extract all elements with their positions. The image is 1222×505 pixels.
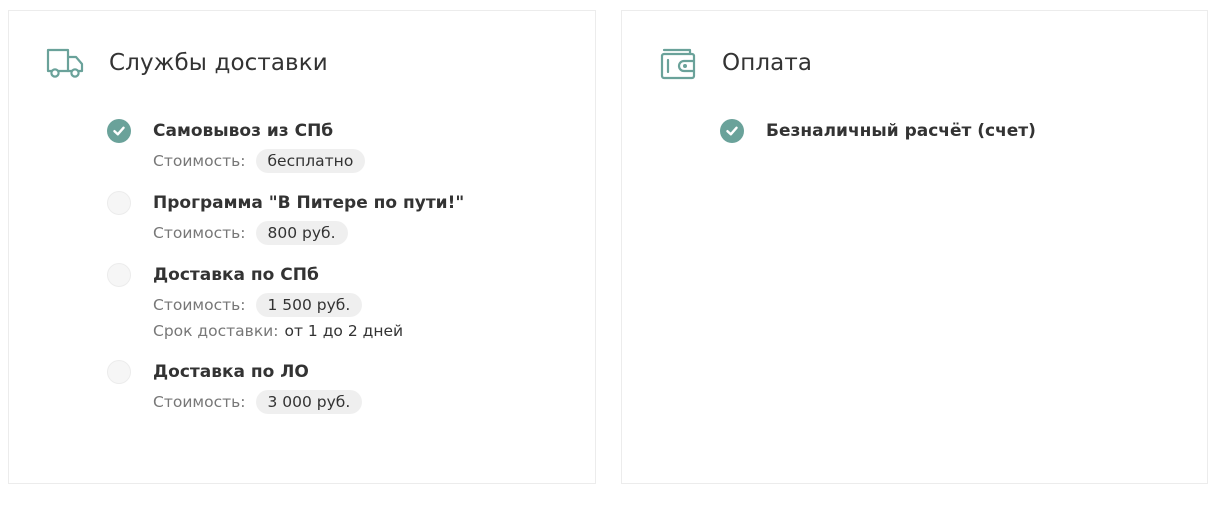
wallet-icon <box>658 45 698 81</box>
radio-selected[interactable] <box>107 119 131 143</box>
cost-badge: бесплатно <box>255 149 366 173</box>
delivery-header: Службы доставки <box>45 45 328 81</box>
payment-option-cashless[interactable]: Безналичный расчёт (счет) <box>720 118 1187 144</box>
radio-unselected[interactable] <box>107 360 131 384</box>
delivery-option-pickup-spb[interactable]: Самовывоз из СПб Стоимость: бесплатно <box>107 118 575 173</box>
term-label: Срок доставки: <box>153 322 279 340</box>
cost-row: Стоимость: 3 000 руб. <box>153 390 575 414</box>
check-icon <box>113 126 125 136</box>
payment-title: Оплата <box>722 50 813 76</box>
cost-badge: 3 000 руб. <box>255 390 363 414</box>
radio-unselected[interactable] <box>107 263 131 287</box>
radio-selected[interactable] <box>720 119 744 143</box>
option-title: Доставка по СПб <box>153 265 319 285</box>
cost-label: Стоимость: <box>153 152 246 170</box>
option-title: Самовывоз из СПб <box>153 121 334 141</box>
payment-options: Безналичный расчёт (счет) <box>720 118 1187 161</box>
option-title: Программа "В Питере по пути!" <box>153 193 465 213</box>
term-row: Срок доставки: от 1 до 2 дней <box>153 320 575 342</box>
option-title: Безналичный расчёт (счет) <box>766 121 1036 141</box>
delivery-title: Службы доставки <box>109 50 328 76</box>
cost-label: Стоимость: <box>153 393 246 411</box>
cost-badge: 1 500 руб. <box>255 293 363 317</box>
cost-row: Стоимость: 1 500 руб. <box>153 293 575 317</box>
delivery-option-lo[interactable]: Доставка по ЛО Стоимость: 3 000 руб. <box>107 359 575 414</box>
cost-row: Стоимость: 800 руб. <box>153 221 575 245</box>
term-value: от 1 до 2 дней <box>284 322 404 340</box>
delivery-panel: Службы доставки Самовывоз из СПб Стоимос… <box>8 10 596 484</box>
delivery-option-program[interactable]: Программа "В Питере по пути!" Стоимость:… <box>107 190 575 245</box>
cost-badge: 800 руб. <box>255 221 348 245</box>
check-icon <box>726 126 738 136</box>
radio-unselected[interactable] <box>107 191 131 215</box>
payment-header: Оплата <box>658 45 812 81</box>
option-title: Доставка по ЛО <box>153 362 309 382</box>
payment-panel: Оплата Безналичный расчёт (счет) <box>621 10 1208 484</box>
cost-label: Стоимость: <box>153 224 246 242</box>
truck-icon <box>45 45 85 81</box>
delivery-option-spb[interactable]: Доставка по СПб Стоимость: 1 500 руб. Ср… <box>107 262 575 342</box>
cost-row: Стоимость: бесплатно <box>153 149 575 173</box>
cost-label: Стоимость: <box>153 296 246 314</box>
delivery-options: Самовывоз из СПб Стоимость: бесплатно Пр… <box>107 118 575 431</box>
